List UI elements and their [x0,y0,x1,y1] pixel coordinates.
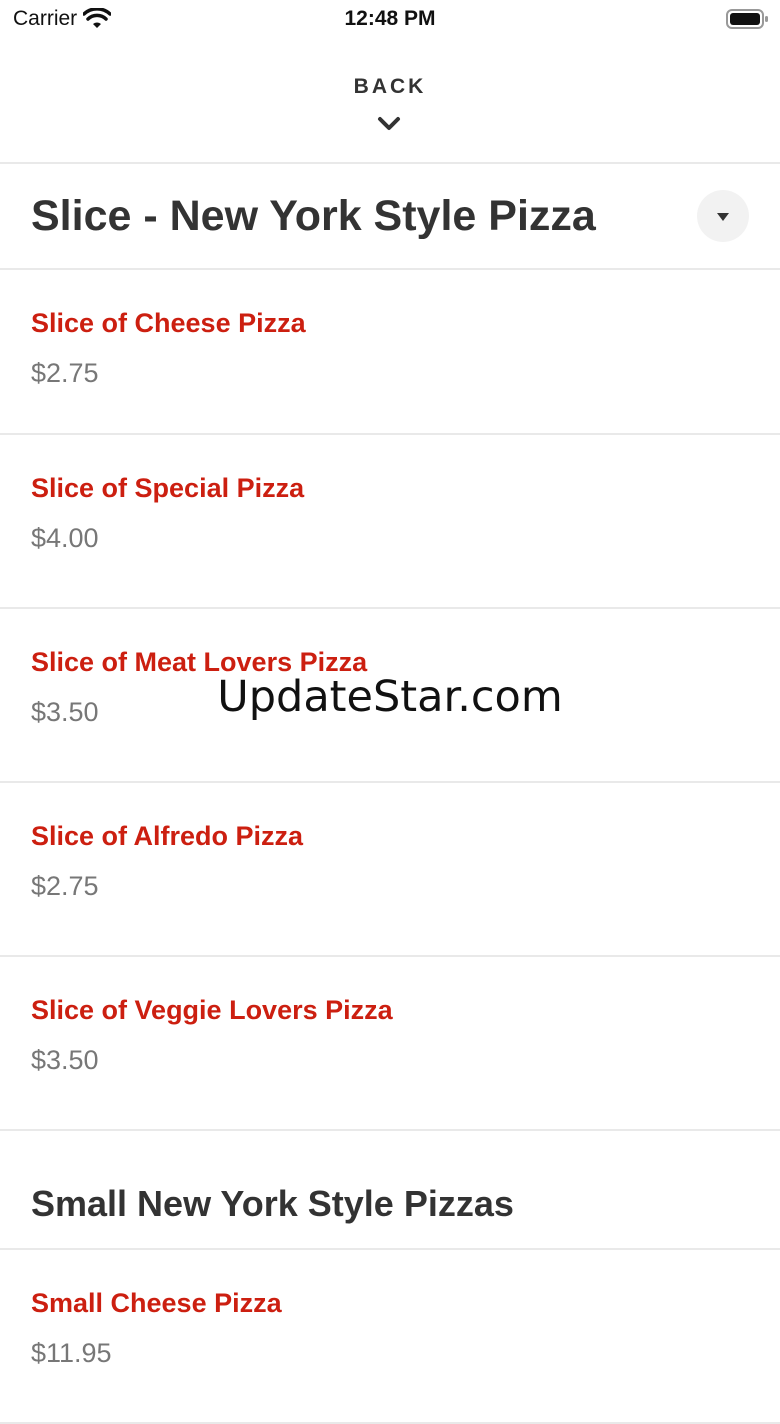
item-price: $4.00 [31,523,99,553]
item-price: $3.50 [31,697,99,727]
category-header[interactable]: Slice - New York Style Pizza [0,164,780,270]
item-name: Slice of Alfredo Pizza [31,821,304,851]
category-title: Slice - New York Style Pizza [31,192,596,240]
menu-list: Slice of Cheese Pizza $2.75 Slice of Spe… [0,270,780,1424]
item-name: Slice of Veggie Lovers Pizza [31,995,393,1025]
back-header[interactable]: BACK [0,40,780,164]
item-name: Small Cheese Pizza [31,1288,282,1318]
section-title: Small New York Style Pizzas [31,1183,514,1224]
section-header: Small New York Style Pizzas [0,1131,780,1250]
item-name: Slice of Special Pizza [31,473,305,503]
menu-item[interactable]: Slice of Cheese Pizza $2.75 [0,270,780,435]
menu-item[interactable]: Slice of Special Pizza $4.00 [0,435,780,609]
caret-down-icon [717,213,729,221]
category-toggle-button[interactable] [697,190,749,242]
menu-item[interactable]: Slice of Alfredo Pizza $2.75 [0,783,780,957]
status-time: 12:48 PM [344,7,436,30]
status-bar: Carrier 12:48 PM [0,0,780,40]
item-price: $11.95 [31,1338,112,1368]
chevron-down-icon[interactable] [377,116,401,132]
menu-item[interactable]: Slice of Meat Lovers Pizza $3.50 [0,609,780,783]
battery-icon [726,9,768,29]
item-price: $3.50 [31,1045,99,1075]
item-price: $2.75 [31,358,99,388]
menu-item[interactable]: Slice of Veggie Lovers Pizza $3.50 [0,957,780,1131]
item-name: Slice of Meat Lovers Pizza [31,647,368,677]
item-name: Slice of Cheese Pizza [31,308,306,338]
back-button-label[interactable]: BACK [0,75,780,99]
item-price: $2.75 [31,871,99,901]
menu-item[interactable]: Small Cheese Pizza $11.95 [0,1250,780,1424]
